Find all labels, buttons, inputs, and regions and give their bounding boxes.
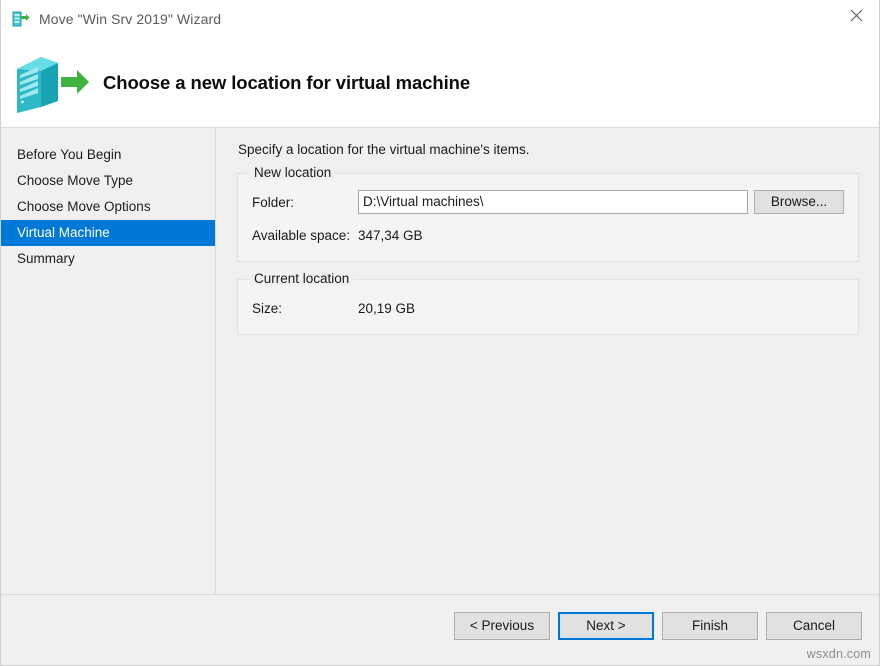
new-location-group-title: New location — [250, 165, 335, 180]
sidebar-item-before-you-begin[interactable]: Before You Begin — [1, 142, 215, 168]
close-icon[interactable] — [833, 0, 879, 31]
wizard-header: Choose a new location for virtual machin… — [1, 38, 879, 128]
next-button[interactable]: Next > — [558, 612, 654, 640]
wizard-content: Specify a location for the virtual machi… — [216, 128, 879, 594]
wizard-window: Move "Win Srv 2019" Wizard — [0, 0, 880, 666]
server-move-icon — [12, 10, 30, 28]
size-row: Size: 20,19 GB — [252, 296, 844, 320]
wizard-body: Before You Begin Choose Move Type Choose… — [1, 128, 879, 594]
previous-button[interactable]: < Previous — [454, 612, 550, 640]
sidebar-item-choose-move-type[interactable]: Choose Move Type — [1, 168, 215, 194]
size-value: 20,19 GB — [358, 301, 415, 316]
size-label: Size: — [252, 301, 358, 316]
cancel-button[interactable]: Cancel — [766, 612, 862, 640]
folder-row: Folder: D:\Virtual machines\ Browse... — [252, 190, 844, 214]
sidebar-item-virtual-machine[interactable]: Virtual Machine — [1, 220, 215, 246]
browse-button[interactable]: Browse... — [754, 190, 844, 214]
available-space-value: 347,34 GB — [358, 228, 423, 243]
current-location-group: Current location Size: 20,19 GB — [237, 279, 859, 335]
wizard-footer: < Previous Next > Finish Cancel wsxdn.co… — [1, 594, 879, 665]
window-title: Move "Win Srv 2019" Wizard — [39, 11, 221, 27]
new-location-group: New location Folder: D:\Virtual machines… — [237, 173, 859, 262]
sidebar-item-summary[interactable]: Summary — [1, 246, 215, 272]
page-title: Choose a new location for virtual machin… — [103, 72, 470, 94]
title-bar: Move "Win Srv 2019" Wizard — [1, 0, 879, 38]
folder-input[interactable]: D:\Virtual machines\ — [358, 190, 748, 214]
folder-label: Folder: — [252, 195, 358, 210]
current-location-group-title: Current location — [250, 271, 353, 286]
server-move-large-icon — [11, 51, 91, 115]
available-space-row: Available space: 347,34 GB — [252, 223, 844, 247]
content-instruction: Specify a location for the virtual machi… — [238, 142, 859, 157]
available-space-label: Available space: — [252, 228, 358, 243]
finish-button[interactable]: Finish — [662, 612, 758, 640]
watermark: wsxdn.com — [807, 647, 871, 661]
sidebar-item-choose-move-options[interactable]: Choose Move Options — [1, 194, 215, 220]
wizard-steps-sidebar: Before You Begin Choose Move Type Choose… — [1, 128, 216, 594]
